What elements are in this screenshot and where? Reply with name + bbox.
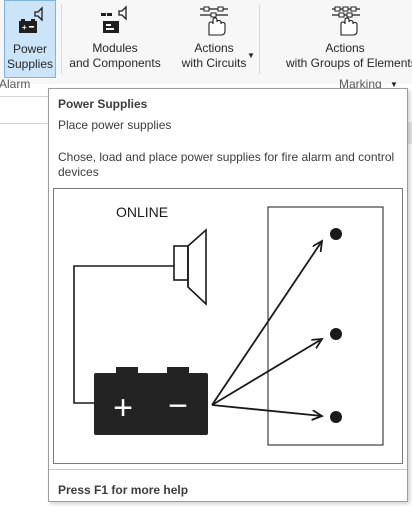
modules-icon <box>101 5 127 33</box>
speaker-icon <box>173 228 207 306</box>
tooltip-help-text: Press F1 for more help <box>58 483 189 497</box>
battery-minus: − <box>168 387 188 425</box>
actions-with-circuits-button[interactable]: Actions with Circuits <box>172 0 256 78</box>
circuits-dropdown-arrow-icon[interactable]: ▼ <box>247 51 255 60</box>
tooltip-illustration: ONLINE + − <box>53 188 403 464</box>
groups-label-2: with Groups of Elements <box>286 56 412 70</box>
power-supplies-label-2: Supplies <box>6 57 54 71</box>
device-dot <box>330 228 342 240</box>
ribbon-separator <box>61 4 62 74</box>
circuits-label-2: with Circuits <box>181 56 247 70</box>
modules-label-1: Modules <box>92 41 138 55</box>
power-supplies-label-1: Power <box>12 42 47 56</box>
online-label: ONLINE <box>116 204 168 220</box>
ribbon: + Power Supplies Modules and Components … <box>0 0 412 91</box>
connection-arrow <box>211 339 322 406</box>
power-supply-icon: + <box>19 6 43 33</box>
battery-icon: + − <box>94 367 208 435</box>
modules-label-2: and Components <box>69 56 161 70</box>
tooltip: Power Supplies Place power supplies Chos… <box>48 88 408 502</box>
ribbon-separator <box>259 4 260 74</box>
circuit-hand-icon <box>200 6 228 36</box>
modules-and-components-button[interactable]: Modules and Components <box>64 0 166 78</box>
actions-with-groups-button[interactable]: Actions with Groups of Elements <box>280 0 412 78</box>
connection-arrow <box>211 241 322 406</box>
svg-text:+: + <box>22 23 27 32</box>
tooltip-description: Chose, load and place power supplies for… <box>58 150 395 179</box>
connection-arrow <box>211 404 322 416</box>
circuits-label-1: Actions <box>194 41 234 55</box>
app-window: + Power Supplies Modules and Components … <box>0 0 412 506</box>
device-dot <box>330 411 342 423</box>
device-box <box>267 206 384 446</box>
underlying-panel <box>0 96 53 124</box>
tooltip-subtitle: Place power supplies <box>58 118 172 132</box>
battery-plus: + <box>113 389 133 427</box>
power-supply-diagram: ONLINE + − <box>73 204 384 446</box>
device-dot <box>330 328 342 340</box>
power-supplies-button[interactable]: + Power Supplies <box>4 0 56 78</box>
tooltip-title: Power Supplies <box>58 97 148 111</box>
ribbon-group-label-alarm: Alarm <box>0 77 31 91</box>
group-hand-icon <box>332 6 360 36</box>
groups-label-1: Actions <box>325 41 365 55</box>
tooltip-divider <box>49 469 407 470</box>
